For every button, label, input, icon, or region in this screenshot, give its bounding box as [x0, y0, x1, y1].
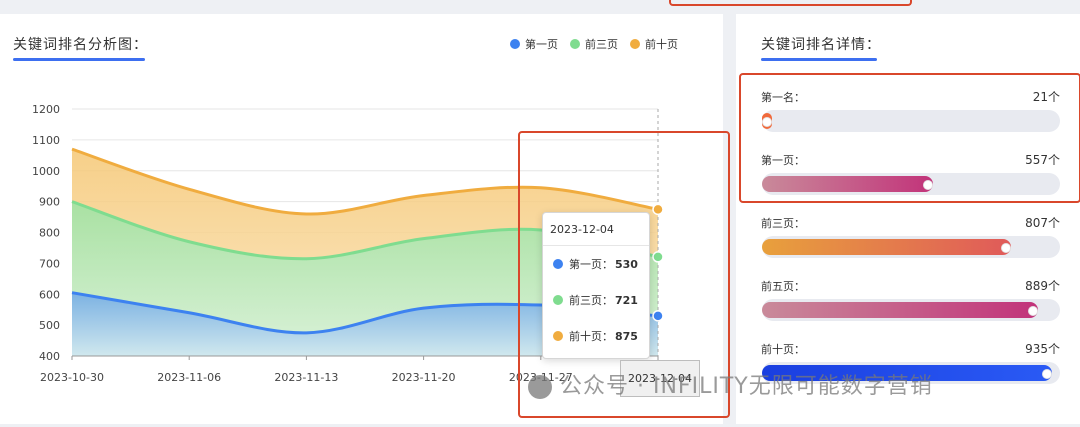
y-tick-label: 900 — [39, 196, 60, 209]
stat-bar-knob-top3 — [1001, 243, 1012, 253]
y-tick-label: 1200 — [32, 103, 60, 116]
stat-value-top10: 935个 — [1025, 342, 1060, 356]
x-tick-label: 2023-11-13 — [274, 371, 338, 384]
y-tick-label: 700 — [39, 257, 60, 270]
stat-bar-top3 — [762, 236, 1060, 258]
stat-label-top3: 前三页： — [761, 217, 805, 230]
watermark-text: 公众号 · INFILITY无限可能数字营销 — [560, 374, 933, 399]
y-tick-label: 400 — [39, 350, 60, 363]
stat-label-top10: 前十页： — [761, 343, 805, 356]
wechat-icon — [528, 375, 552, 399]
watermark: 公众号 · INFILITY无限可能数字营销 — [528, 368, 933, 400]
stat-bar-top5 — [762, 299, 1060, 321]
x-tick-label: 2023-10-30 — [40, 371, 104, 384]
stat-label-top5: 前五页： — [761, 280, 805, 293]
y-tick-label: 1100 — [32, 134, 60, 147]
detail-highlight-box — [739, 73, 1080, 203]
y-tick-label: 500 — [39, 319, 60, 332]
x-tick-label: 2023-11-06 — [157, 371, 221, 384]
x-tick-label: 2023-11-20 — [392, 371, 456, 384]
y-tick-label: 600 — [39, 288, 60, 301]
stat-bar-knob-top5 — [1027, 306, 1038, 316]
y-tick-label: 800 — [39, 227, 60, 240]
stat-bar-knob-top10 — [1042, 369, 1052, 379]
stat-bar-fill-top5 — [762, 302, 1038, 318]
detail-panel-title: 关键词排名详情： — [761, 37, 881, 53]
y-tick-label: 1000 — [32, 165, 60, 178]
stat-value-top5: 889个 — [1025, 279, 1060, 293]
stat-bar-fill-top3 — [762, 239, 1012, 255]
stat-value-top3: 807个 — [1025, 216, 1060, 230]
detail-title-underline — [761, 58, 877, 61]
